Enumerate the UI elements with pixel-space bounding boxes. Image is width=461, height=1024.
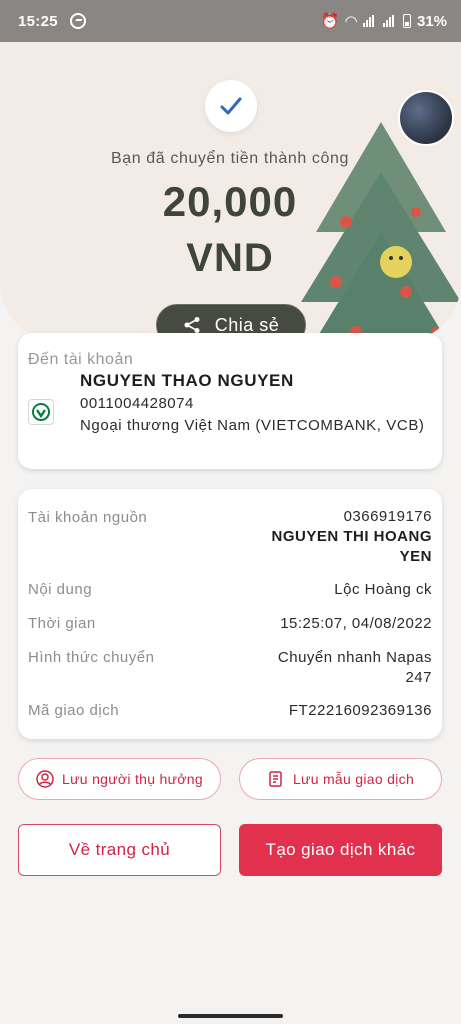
signal-2-icon [382,15,397,27]
transfer-amount: 20,000 [162,178,298,225]
method-value-line1: Chuyển nhanh Napas [277,649,432,666]
time-value: 15:25:07, 04/08/2022 [280,615,432,632]
time-label: Thời gian [28,615,96,632]
gesture-nav-bar[interactable] [178,1014,283,1018]
signal-icon [362,15,377,27]
alarm-icon: ⏰ [320,13,340,30]
source-account-label: Tài khoản nguồn [28,509,148,526]
content-label: Nội dung [28,581,93,598]
recipient-account: 0011004428074 [80,395,194,412]
source-account-number: 0366919176 [343,508,432,525]
source-account-name-line2: YEN [399,548,432,565]
save-beneficiary-label: Lưu người thụ hưởng [62,771,203,787]
messenger-icon [69,13,86,29]
template-document-icon [269,771,282,787]
method-label: Hình thức chuyển [28,649,155,666]
source-account-name-line1: NGUYEN THI HOANG [271,528,432,545]
vietcombank-logo-icon [28,399,54,425]
currency-label: VND [186,236,274,280]
success-message: Bạn đã chuyển tiền thành công [110,150,350,167]
recipient-name: NGUYEN THAO NGUYEN [80,371,294,390]
home-button[interactable]: Về trang chủ [18,824,221,876]
transaction-id-label: Mã giao dịch [28,702,120,719]
status-icons: ⏰ ◠ 31% [320,12,447,31]
status-time: 15:25 [18,12,58,30]
new-transaction-button[interactable]: Tạo giao dịch khác [239,824,442,876]
transaction-id-value: FT22216092369136 [288,702,432,719]
wifi-icon: ◠ [345,13,357,30]
battery-percent: 31% [416,12,447,30]
battery-icon [402,14,411,28]
status-bar: 15:25 ⏰ ◠ 31% [0,0,461,42]
method-value-line2: 247 [405,669,432,686]
content-value: Lộc Hoàng ck [334,581,432,598]
recipient-card: Đến tài khoản NGUYEN THAO NGUYEN 0011004… [18,333,442,469]
transaction-details-card: Tài khoản nguồn 0366919176 NGUYEN THI HO… [18,489,442,739]
avatar[interactable] [398,90,454,146]
recipient-bank: Ngoại thương Việt Nam (VIETCOMBANK, VCB) [80,417,425,434]
save-beneficiary-button[interactable]: Lưu người thụ hưởng [18,758,221,800]
share-icon [184,317,200,333]
success-check-icon [205,80,257,132]
save-template-button[interactable]: Lưu mẫu giao dịch [239,758,442,800]
recipient-label: Đến tài khoản [28,351,134,368]
save-template-label: Lưu mẫu giao dịch [292,771,415,787]
success-banner: Bạn đã chuyển tiền thành công 20,000 VND… [0,42,461,342]
user-circle-icon [36,770,54,788]
